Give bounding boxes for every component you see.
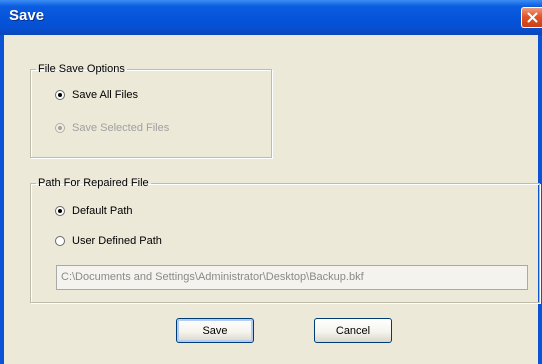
user-defined-path-label: User Defined Path	[72, 235, 162, 247]
save-button[interactable]: Save	[176, 318, 254, 343]
file-save-options-group: File Save Options	[30, 63, 272, 158]
user-defined-path-option[interactable]: User Defined Path	[55, 235, 162, 247]
save-selected-files-radio	[55, 123, 65, 133]
title-bar[interactable]: Save	[0, 0, 542, 35]
save-all-files-label: Save All Files	[72, 89, 139, 101]
close-icon	[527, 12, 538, 23]
close-button[interactable]	[521, 7, 542, 28]
save-selected-files-option: Save Selected Files	[55, 122, 169, 134]
path-input[interactable]: C:\Documents and Settings\Administrator\…	[56, 265, 528, 290]
dialog-title: Save	[9, 7, 45, 24]
default-path-label: Default Path	[72, 205, 133, 217]
default-path-radio[interactable]	[55, 206, 65, 216]
path-for-repaired-file-legend: Path For Repaired File	[38, 177, 149, 189]
save-all-files-option[interactable]: Save All Files	[55, 89, 138, 101]
save-all-files-radio[interactable]	[55, 90, 65, 100]
cancel-button[interactable]: Cancel	[314, 318, 392, 343]
file-save-options-legend: File Save Options	[38, 63, 125, 75]
user-defined-path-radio[interactable]	[55, 236, 65, 246]
save-dialog: Save File Save Options Save All Files Sa…	[0, 0, 542, 364]
save-selected-files-label: Save Selected Files	[72, 122, 170, 134]
default-path-option[interactable]: Default Path	[55, 205, 133, 217]
